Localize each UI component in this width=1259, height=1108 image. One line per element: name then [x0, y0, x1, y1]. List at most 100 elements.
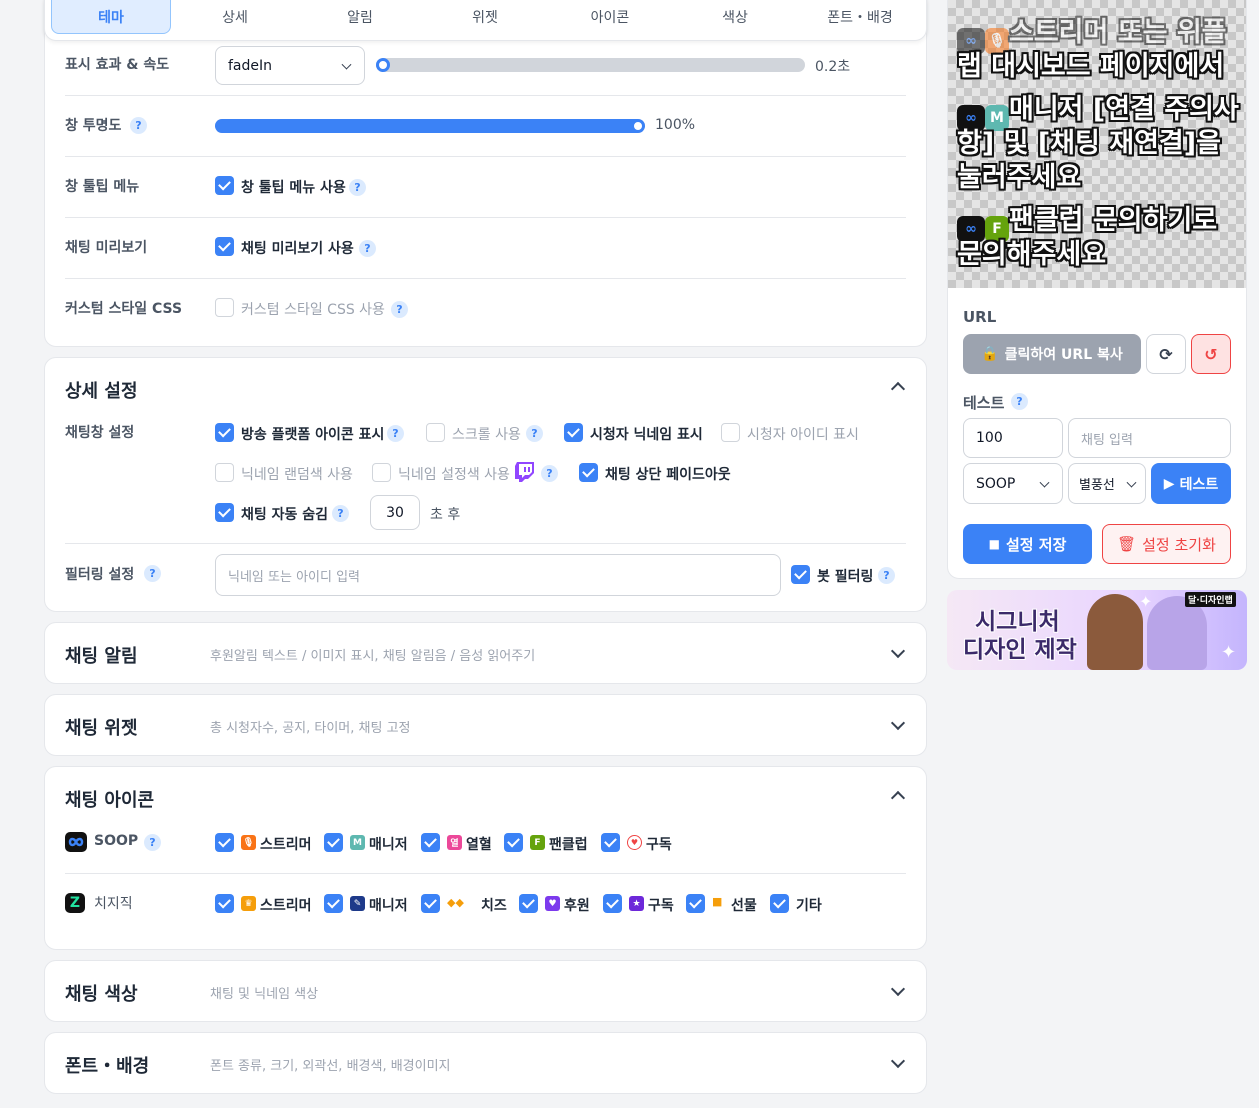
- help-icon[interactable]: ?: [878, 567, 895, 584]
- save-button[interactable]: ■ 설정 저장: [963, 524, 1092, 564]
- preview-chat-2: ∞ M 매니저 [연결 주의사: [957, 93, 1239, 131]
- copy-url-button[interactable]: 🔒 클릭하여 URL 복사: [963, 334, 1141, 374]
- nick-random-checkbox[interactable]: [215, 463, 234, 482]
- auto-hide-checkbox[interactable]: [215, 503, 234, 522]
- banner-line2: 디자인 제작: [963, 637, 1077, 663]
- bot-filter-checkbox[interactable]: [791, 565, 810, 584]
- platform-icon-checkbox[interactable]: [215, 423, 234, 442]
- nick-setcolor-checkbox[interactable]: [372, 463, 391, 482]
- opacity-slider-track[interactable]: [215, 119, 645, 133]
- speed-value: 0.2초: [815, 59, 851, 75]
- help-icon[interactable]: ?: [391, 301, 408, 318]
- filter-input[interactable]: 닉네임 또는 아이디 입력: [215, 554, 781, 596]
- test-button[interactable]: ▶ 테스트: [1151, 463, 1231, 504]
- chzzk-logo-icon: Z: [65, 893, 85, 913]
- ad-banner[interactable]: 시그니처 디자인 제작 달·디자인랩 ✦ ✦: [947, 590, 1247, 670]
- scroll-checkbox[interactable]: [426, 423, 445, 442]
- preview-chat-3: ∞ F 팬클럽 문의하기로: [957, 204, 1217, 242]
- test-label: 테스트: [963, 394, 1005, 412]
- divider: [65, 873, 906, 874]
- reset-button[interactable]: 🗑 설정 초기화: [1102, 524, 1231, 564]
- help-icon[interactable]: ?: [359, 240, 376, 257]
- tooltip-checkbox[interactable]: [215, 176, 234, 195]
- test-chat-input[interactable]: 채팅 입력: [1068, 418, 1231, 458]
- divider: [65, 156, 906, 157]
- alert-title: 채팅 알림: [65, 646, 138, 667]
- chzzk-label: 치지직: [94, 896, 133, 912]
- divider: [65, 95, 906, 96]
- soop-streamer-checkbox[interactable]: [215, 833, 234, 852]
- help-icon[interactable]: ?: [332, 505, 349, 522]
- balloon-select[interactable]: 별풍선: [1068, 463, 1146, 504]
- help-icon[interactable]: ?: [387, 425, 404, 442]
- opacity-slider-thumb[interactable]: [632, 120, 644, 132]
- effect-select[interactable]: fadeIn: [215, 46, 365, 85]
- platform-select[interactable]: SOOP: [963, 463, 1063, 504]
- soop-fan-label: 열혈: [466, 837, 492, 853]
- preview-checkbox[interactable]: [215, 237, 234, 256]
- chzzk-etc-label: 기타: [796, 898, 822, 914]
- help-icon[interactable]: ?: [541, 465, 558, 482]
- tab-alert-item[interactable]: 알림: [300, 0, 420, 34]
- tab-detail-item[interactable]: 상세: [175, 0, 295, 34]
- icon-title: 채팅 아이콘: [65, 790, 155, 811]
- chzzk-manager-checkbox[interactable]: [324, 894, 343, 913]
- tab-widget-item[interactable]: 위젯: [425, 0, 545, 34]
- top-fadeout-checkbox[interactable]: [579, 463, 598, 482]
- chzzk-donate-label: 후원: [564, 898, 590, 914]
- sparkle-icon: ✦: [1139, 592, 1153, 611]
- viewer-id-label: 시청자 아이디 표시: [747, 427, 859, 443]
- color-card[interactable]: [44, 960, 927, 1022]
- star-icon: ★: [629, 896, 644, 911]
- widget-title: 채팅 위젯: [65, 718, 138, 739]
- help-icon[interactable]: ?: [144, 565, 161, 582]
- auto-hide-label: 채팅 자동 숨김: [241, 507, 329, 523]
- help-icon[interactable]: ?: [1011, 393, 1028, 410]
- banner-character-illustration-2: [1147, 596, 1207, 670]
- css-label: 커스텀 스타일 CSS: [65, 301, 183, 317]
- font-card[interactable]: [44, 1032, 927, 1094]
- chzzk-etc-checkbox[interactable]: [770, 894, 789, 913]
- soop-fanclub-checkbox[interactable]: [504, 833, 523, 852]
- tab-theme-active[interactable]: 테마: [51, 0, 171, 34]
- help-icon[interactable]: ?: [349, 179, 366, 196]
- color-title: 채팅 색상: [65, 984, 138, 1005]
- chzzk-cheese-checkbox[interactable]: [421, 894, 440, 913]
- tab-font-item[interactable]: 폰트・배경: [800, 0, 920, 34]
- help-icon[interactable]: ?: [144, 834, 161, 851]
- detail-title: 상세 설정: [65, 381, 138, 402]
- viewer-id-checkbox[interactable]: [721, 423, 740, 442]
- tab-icon-item[interactable]: 아이콘: [550, 0, 670, 34]
- auto-hide-seconds-input[interactable]: 30: [370, 495, 420, 530]
- divider: [65, 278, 906, 279]
- help-icon[interactable]: ?: [526, 425, 543, 442]
- test-amount-input[interactable]: 100: [963, 418, 1063, 458]
- manager-m-icon: M: [350, 835, 365, 850]
- chzzk-donate-checkbox[interactable]: [519, 894, 538, 913]
- soop-subscribe-checkbox[interactable]: [601, 833, 620, 852]
- chzzk-subscribe-checkbox[interactable]: [603, 894, 622, 913]
- speed-slider-track[interactable]: [376, 58, 805, 72]
- fan-badge-icon: 열: [447, 835, 462, 850]
- gift-icon: ■: [712, 895, 723, 908]
- css-checkbox[interactable]: [215, 298, 234, 317]
- soop-fan-checkbox[interactable]: [421, 833, 440, 852]
- viewer-nick-checkbox[interactable]: [564, 423, 583, 442]
- refresh-button[interactable]: ⟳: [1146, 334, 1186, 374]
- soop-manager-checkbox[interactable]: [324, 833, 343, 852]
- soop-streamer-label: 스트리머: [260, 837, 312, 853]
- speed-slider-thumb[interactable]: [377, 59, 389, 71]
- tab-color-item[interactable]: 색상: [675, 0, 795, 34]
- widget-card[interactable]: [44, 694, 927, 756]
- chzzk-streamer-checkbox[interactable]: [215, 894, 234, 913]
- help-icon[interactable]: ?: [130, 117, 147, 134]
- chzzk-gift-checkbox[interactable]: [686, 894, 705, 913]
- banner-character-illustration: [1087, 594, 1143, 670]
- preview-label: 채팅 미리보기: [65, 240, 148, 256]
- undo-button[interactable]: ↺: [1191, 334, 1231, 374]
- preview-checkbox-label: 채팅 미리보기 사용: [241, 241, 354, 257]
- preview-chat-2b: 항] 및 [채팅 재연결]을: [957, 128, 1221, 159]
- platform-select-value: SOOP: [976, 475, 1016, 492]
- subscribe-heart-icon: ♥: [627, 835, 642, 850]
- font-title: 폰트・배경: [65, 1056, 150, 1077]
